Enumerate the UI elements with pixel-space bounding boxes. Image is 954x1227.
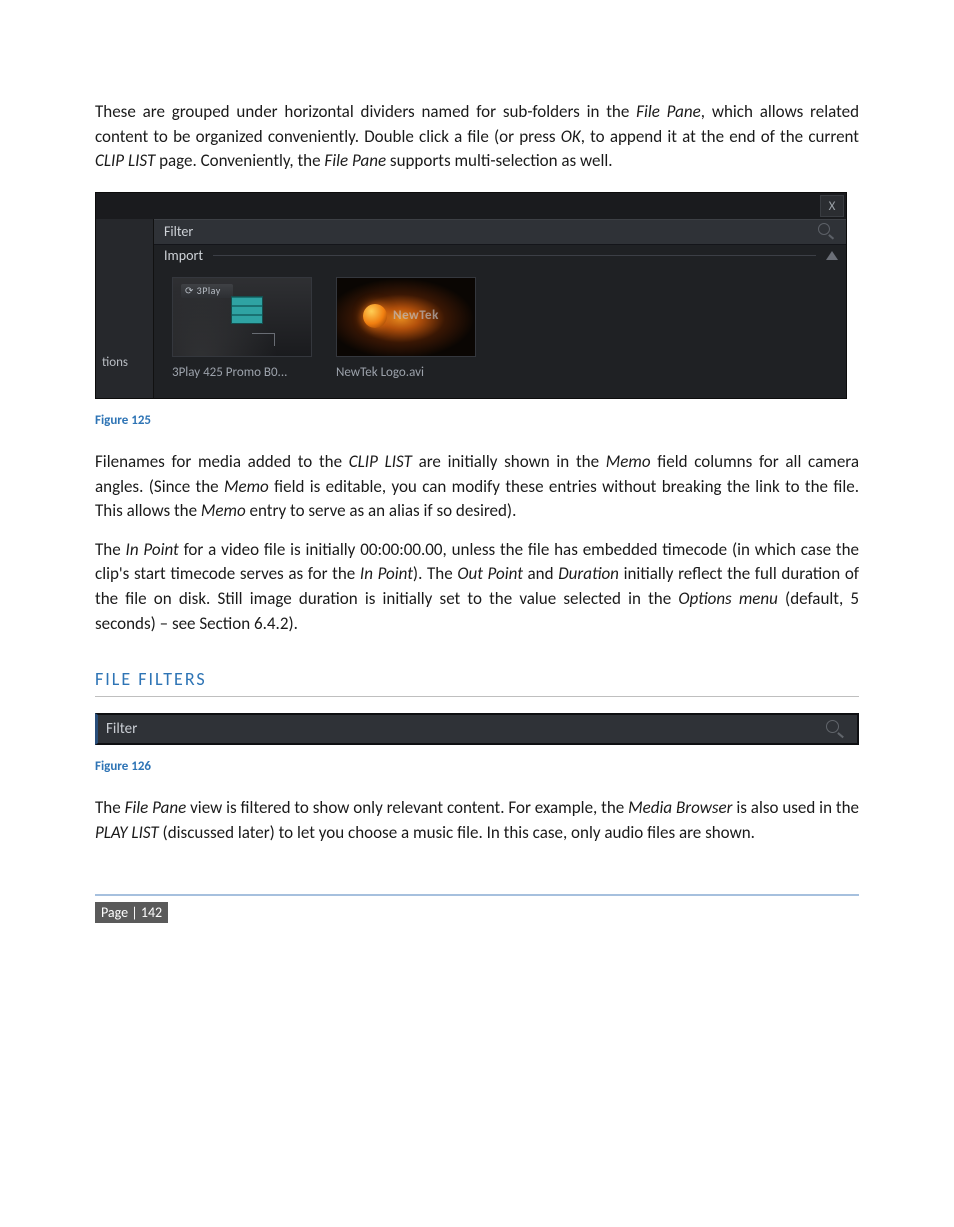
p2-f: Memo [224, 476, 269, 497]
p3-a: The [95, 539, 126, 560]
p3-f: Out Point [457, 563, 523, 584]
filter-bar-input[interactable]: Filter [98, 720, 823, 738]
figure-125: X tions Filter Import [95, 192, 847, 399]
file-pane: Filter Import ⟳ 3Play [154, 219, 846, 398]
heading-rule [95, 696, 859, 697]
p4-b: File Pane [125, 797, 187, 818]
thumb-3play-mark: ⟳ 3Play [185, 284, 221, 297]
close-button[interactable]: X [820, 195, 844, 217]
p2-d: Memo [606, 451, 651, 472]
page-number: Page | 142 [95, 902, 168, 923]
para-2: Filenames for media added to the CLIP LI… [95, 450, 859, 524]
heading-file-filters: FILE FILTERS [95, 668, 859, 690]
titlebar: X [96, 193, 846, 219]
filter-row: Filter [154, 219, 846, 245]
p4-a: The [95, 797, 125, 818]
p1-b: File Pane [636, 101, 701, 122]
search-icon[interactable] [816, 223, 840, 241]
thumb-3play-caption: 3Play 425 Promo B0... [172, 357, 312, 380]
p1-i: supports multi-selection as well. [386, 150, 613, 171]
thumb-newtek-text: NewTek [393, 308, 439, 323]
thumb-newtek-image: NewTek [336, 277, 476, 357]
p3-e: ). The [413, 563, 457, 584]
media-browser-panel: X tions Filter Import [95, 192, 847, 399]
p3-j: Options menu [678, 588, 778, 609]
filter-bar: Filter [95, 713, 859, 745]
para-1: These are grouped under horizontal divid… [95, 100, 859, 174]
search-icon[interactable] [823, 719, 849, 739]
p4-f: PLAY LIST [95, 822, 159, 843]
p2-h: Memo [201, 500, 246, 521]
p4-e: is also used in the [732, 797, 859, 818]
p2-b: CLIP LIST [349, 451, 412, 472]
thumb-newtek-caption: NewTek Logo.avi [336, 357, 476, 380]
p4-c: view is filtered to show only relevant c… [186, 797, 628, 818]
thumb-newtek[interactable]: NewTek NewTek Logo.avi [336, 277, 476, 380]
p4-d: Media Browser [628, 797, 732, 818]
p3-b: In Point [126, 539, 179, 560]
collapse-up-icon[interactable] [826, 251, 838, 260]
p1-d: OK [561, 126, 581, 147]
p3-h: Duration [558, 563, 619, 584]
p1-h: File Pane [324, 150, 386, 171]
p4-g: (discussed later) to let you choose a mu… [159, 822, 755, 843]
p1-e: , to append it at the end of the current [581, 126, 859, 147]
p2-i: entry to serve as an alias if so desired… [246, 500, 517, 521]
thumbnail-row: ⟳ 3Play 3Play 425 Promo B0... NewTek [154, 267, 846, 384]
left-rail-tab[interactable]: tions [96, 219, 154, 398]
figure-126: Filter [95, 713, 859, 745]
thumb-3play[interactable]: ⟳ 3Play 3Play 425 Promo B0... [172, 277, 312, 380]
para-4: The File Pane view is filtered to show o… [95, 796, 859, 845]
thumb-3play-graphic [231, 296, 263, 324]
section-label: Import [164, 247, 203, 264]
footer-rule [95, 894, 859, 896]
thumb-3play-image: ⟳ 3Play [172, 277, 312, 357]
p3-d: In Point [360, 563, 413, 584]
figure-125-caption: Figure 125 [95, 413, 859, 428]
thumb-3play-corner [252, 333, 275, 346]
thumb-newtek-ball-icon [363, 304, 387, 328]
section-header-import[interactable]: Import [154, 245, 846, 267]
p1-f: CLIP LIST [95, 150, 155, 171]
p2-a: Filenames for media added to the [95, 451, 349, 472]
p3-g: and [523, 563, 558, 584]
p2-c: are initially shown in the [412, 451, 606, 472]
filter-input[interactable]: Filter [154, 223, 816, 240]
p1-a: These are grouped under horizontal divid… [95, 101, 636, 122]
p1-g: page. Conveniently, the [155, 150, 324, 171]
figure-126-caption: Figure 126 [95, 759, 859, 774]
section-divider [213, 255, 816, 256]
para-3: The In Point for a video file is initial… [95, 538, 859, 637]
